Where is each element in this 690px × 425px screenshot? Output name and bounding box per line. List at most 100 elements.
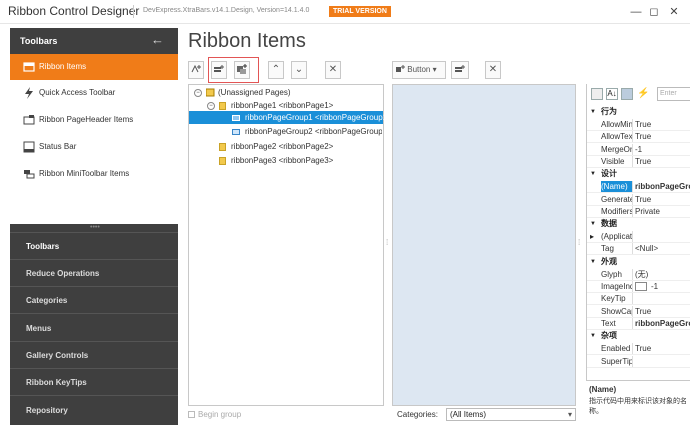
property-row[interactable]: MergeOrder-1	[587, 143, 690, 156]
property-value-text: True	[635, 156, 652, 166]
property-row[interactable]: Glyph (无)	[587, 268, 690, 281]
move-up-button[interactable]: ⌃	[268, 61, 284, 79]
property-value[interactable]: True	[635, 343, 652, 354]
property-value[interactable]: -1	[635, 281, 658, 292]
minimize-button[interactable]: —	[628, 4, 644, 20]
nav-group-categories[interactable]: Categories	[10, 287, 178, 314]
add-link-button[interactable]	[451, 61, 469, 79]
property-row[interactable]: Visible True	[587, 155, 690, 168]
category-label: 杂项	[601, 331, 617, 341]
property-row[interactable]: ImageIndex -1	[587, 281, 690, 293]
expand-arrow-icon[interactable]: ▸	[590, 231, 594, 242]
nav-group-menus[interactable]: Menus	[10, 315, 178, 342]
delete-button[interactable]: ✕	[325, 61, 341, 79]
property-row[interactable]: Enabled True	[587, 343, 690, 356]
property-row[interactable]: GenerateMemberTrue	[587, 193, 690, 206]
property-category[interactable]: ▼ 数据	[587, 218, 690, 230]
expand-icon[interactable]: −	[194, 88, 202, 97]
property-category[interactable]: ▼ 行为	[587, 106, 690, 118]
nav-item-ribbon-pageheader-items[interactable]: Ribbon PageHeader Items	[10, 107, 178, 133]
property-row[interactable]: (Name)ribbonPageGroup1	[587, 181, 690, 194]
nav-group-gallery-controls[interactable]: Gallery Controls	[10, 342, 178, 369]
property-value[interactable]: Private	[635, 206, 660, 217]
property-value[interactable]: <Null>	[635, 243, 658, 254]
categorized-icon[interactable]	[591, 88, 603, 100]
property-value-text: True	[635, 344, 652, 354]
pages-root-icon	[205, 88, 215, 97]
trial-badge: TRIAL VERSION	[329, 6, 391, 17]
splitter-handle[interactable]: ⁞	[578, 238, 580, 247]
collapse-arrow-icon[interactable]: ▼	[590, 330, 596, 342]
property-row[interactable]: SuperTip	[587, 355, 690, 368]
tree-node-ribbonpagegroup2[interactable]: ribbonPageGroup2 <ribbonPageGroup2>	[232, 125, 382, 138]
collapse-arrow-icon[interactable]: ▼	[590, 256, 596, 268]
items-preview-panel[interactable]	[392, 84, 576, 406]
nav-item-ribbon-items[interactable]: Ribbon Items	[10, 54, 178, 80]
collapse-arrow-icon[interactable]: ▼	[590, 218, 596, 230]
image-swatch-icon	[635, 282, 647, 292]
delete-item-button[interactable]: ✕	[485, 61, 501, 79]
nav-item-label: Status Bar	[39, 142, 77, 151]
tree-node-unassigned[interactable]: − (Unassigned Pages)	[194, 86, 290, 99]
collapse-arrow-icon[interactable]: ▼	[590, 106, 596, 118]
collapse-arrow-icon[interactable]: ▼	[590, 168, 596, 180]
nav-item-status-bar[interactable]: Status Bar	[10, 134, 178, 160]
tree-node-ribbonpagegroup1[interactable]: ribbonPageGroup1 <ribbonPageGroup1>	[232, 111, 392, 124]
panel-splitter-grip[interactable]: ••••	[10, 224, 178, 233]
property-category[interactable]: ▼ 设计	[587, 168, 690, 180]
property-category[interactable]: ▼ 外观	[587, 256, 690, 268]
property-value[interactable]: ribbonPageGroup1	[635, 181, 690, 192]
sort-alphabetical-icon[interactable]: A↓	[606, 88, 618, 100]
restore-button[interactable]: ◻	[646, 4, 662, 20]
property-row[interactable]: AllowMinimizeTrue	[587, 119, 690, 131]
property-value[interactable]: True	[635, 119, 651, 130]
property-row[interactable]: KeyTip	[587, 293, 690, 306]
nav-item-quick-access-toolbar[interactable]: Quick Access Toolbar	[10, 80, 178, 106]
nav-item-ribbon-minitoolbar-items[interactable]: Ribbon MiniToolbar Items	[10, 161, 178, 187]
tree-node-label: ribbonPageGroup2 <ribbonPageGroup2>	[245, 127, 382, 136]
property-row[interactable]: ShowCaptionButtonTrue	[587, 305, 690, 318]
property-category[interactable]: ▼ 杂项	[587, 330, 690, 342]
properties-icon[interactable]	[621, 88, 633, 100]
close-button[interactable]: ✕	[666, 4, 682, 20]
property-name: AllowMinimize	[601, 119, 633, 130]
begin-group-checkbox[interactable]: Begin group	[188, 410, 241, 419]
expand-icon[interactable]: −	[207, 101, 215, 110]
left-panel-title: Toolbars	[20, 36, 58, 46]
property-search-input[interactable]: Enter	[657, 87, 690, 101]
events-lightning-icon[interactable]: ⚡	[637, 88, 649, 100]
property-row[interactable]: Tag <Null>	[587, 243, 690, 256]
property-name: ShowCaptionButton	[601, 305, 633, 317]
add-button-dropdown[interactable]: Button ▾	[392, 61, 446, 79]
categories-select[interactable]: (All Items) ▾	[446, 408, 576, 421]
checkbox-box[interactable]	[188, 411, 195, 419]
begin-group-label: Begin group	[198, 410, 242, 419]
tree-node-ribbonpage2[interactable]: ribbonPage2 <ribbonPage2>	[219, 140, 333, 153]
tree-node-ribbonpage3[interactable]: ribbonPage3 <ribbonPage3>	[219, 154, 333, 167]
property-value-text: True	[635, 194, 652, 204]
property-value[interactable]: -1	[635, 144, 642, 155]
nav-group-repository[interactable]: Repository	[10, 397, 178, 424]
property-value[interactable]: True	[635, 156, 652, 167]
nav-group-reduce-operations[interactable]: Reduce Operations	[10, 260, 178, 287]
property-value[interactable]: ribbonPageGroup1	[635, 318, 690, 329]
property-row[interactable]: ▸ (ApplicationSettings)	[587, 231, 690, 244]
property-name: KeyTip	[601, 293, 633, 305]
add-page-button[interactable]	[188, 61, 204, 79]
move-down-button[interactable]: ⌄	[291, 61, 307, 79]
property-value[interactable]: True	[635, 131, 651, 142]
property-value-text: True	[635, 306, 652, 316]
property-row[interactable]: TextribbonPageGroup1	[587, 317, 690, 330]
property-row[interactable]: Modifiers Private	[587, 205, 690, 218]
splitter-handle[interactable]: ⁞	[386, 238, 388, 247]
nav-group-toolbars[interactable]: Toolbars	[10, 233, 178, 260]
back-arrow-icon[interactable]: ←	[151, 32, 164, 47]
property-value[interactable]: True	[635, 306, 652, 317]
property-value[interactable]: True	[635, 194, 652, 205]
nav-group-label: Categories	[26, 296, 68, 305]
nav-group-ribbon-keytips[interactable]: Ribbon KeyTips	[10, 369, 178, 396]
description-title: (Name)	[589, 385, 617, 394]
property-value[interactable]: (无)	[635, 269, 648, 280]
window-title: Ribbon Control Designer	[8, 4, 140, 18]
property-row[interactable]: AllowTextClippingTrue	[587, 131, 690, 144]
